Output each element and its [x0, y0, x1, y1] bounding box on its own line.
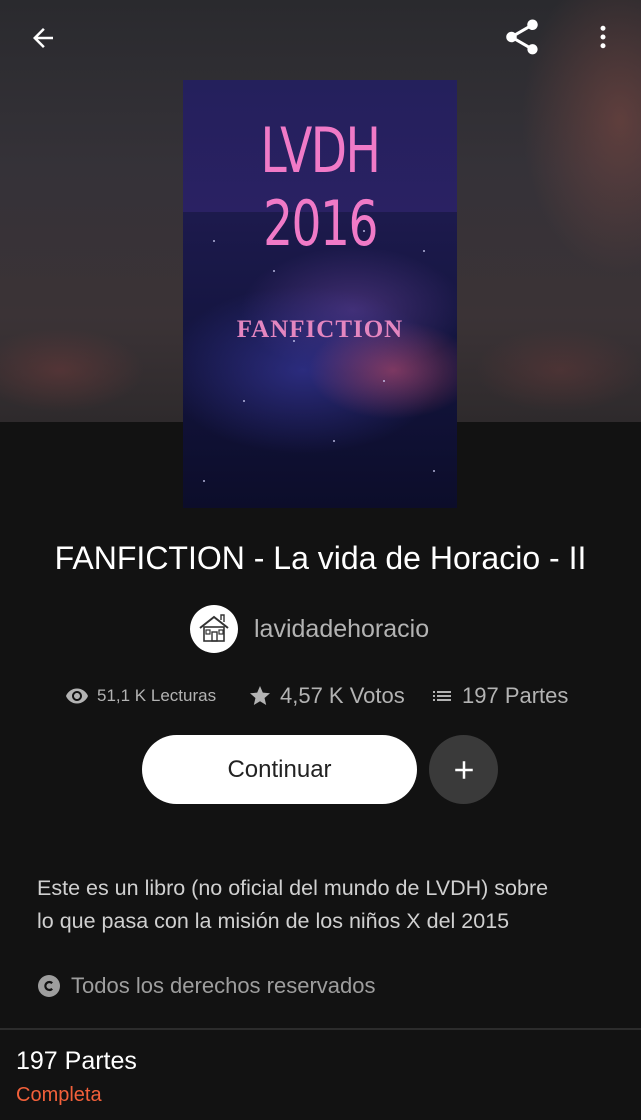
description-line: lo que pasa con la misión de los niños X… — [37, 909, 510, 933]
continue-reading-button[interactable]: Continuar — [142, 735, 417, 804]
cover-star — [293, 340, 295, 342]
cover-star — [363, 230, 365, 232]
author-avatar[interactable] — [190, 605, 238, 653]
votes-count: 4,57 K Votos — [280, 683, 405, 708]
author-link[interactable]: lavidadehoracio — [190, 604, 429, 654]
cover-subtitle: FANFICTION — [236, 316, 404, 343]
list-icon — [430, 684, 454, 708]
cover-star — [333, 440, 335, 442]
parts-section-title[interactable]: 197 Partes — [16, 1047, 137, 1076]
book-cover[interactable]: LVDH 2016 FANFICTION — [183, 80, 457, 508]
parts-stat: 197 Partes — [430, 680, 568, 712]
plus-icon — [454, 760, 473, 779]
votes-stat: 4,57 K Votos — [248, 680, 405, 712]
reads-count: 51,1 K Lecturas — [97, 686, 217, 705]
cover-star — [213, 240, 215, 242]
house-icon — [199, 614, 229, 642]
story-stats: 51,1 K Lecturas 4,57 K Votos 197 Partes — [0, 680, 641, 712]
cover-star — [423, 250, 425, 252]
share-button[interactable] — [498, 14, 546, 60]
author-name: lavidadehoracio — [254, 614, 430, 643]
top-app-bar — [0, 0, 641, 76]
cover-title: LVDH 2016 — [260, 114, 381, 260]
cover-star — [203, 480, 205, 482]
reads-stat: 51,1 K Lecturas — [65, 680, 216, 712]
completion-status: Completa — [16, 1084, 102, 1106]
cover-star — [273, 270, 275, 272]
more-vertical-icon — [600, 25, 606, 49]
copyright-text: Todos los derechos reservados — [71, 973, 376, 998]
cover-star — [433, 470, 435, 472]
cover-star — [383, 380, 385, 382]
story-title: FANFICTION - La vida de Horacio - II — [54, 540, 587, 576]
star-icon — [248, 684, 272, 708]
back-button[interactable] — [20, 16, 66, 60]
eye-icon — [65, 684, 89, 708]
story-description: Este es un libro (no oficial del mundo d… — [37, 872, 617, 938]
cover-star — [243, 400, 245, 402]
copyright-icon — [37, 974, 61, 998]
copyright-notice: Todos los derechos reservados — [37, 970, 376, 1002]
add-to-library-button[interactable] — [429, 735, 498, 804]
arrow-left-icon — [33, 28, 53, 48]
description-line: Este es un libro (no oficial del mundo d… — [37, 876, 549, 900]
share-icon — [506, 19, 538, 55]
more-options-button[interactable] — [586, 14, 620, 60]
parts-count: 197 Partes — [462, 683, 569, 708]
section-divider — [0, 1028, 641, 1030]
